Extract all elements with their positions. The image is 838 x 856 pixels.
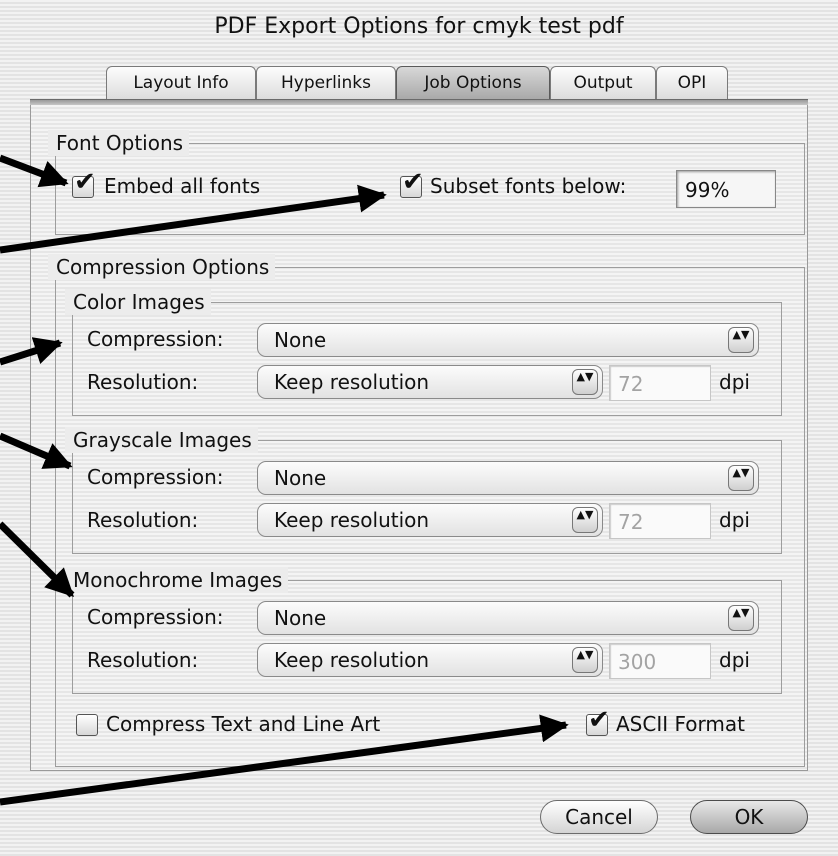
pdf-export-dialog: PDF Export Options for cmyk test pdf Lay…	[0, 0, 838, 856]
annotation-arrows	[0, 154, 569, 806]
arrow-subset-fonts	[0, 184, 387, 254]
arrow-ascii-format	[0, 714, 569, 806]
arrow-grayscale-images	[0, 432, 73, 470]
arrow-color-images	[0, 337, 63, 366]
arrow-embed-fonts	[0, 154, 69, 188]
arrow-monochrome-images	[0, 521, 75, 598]
